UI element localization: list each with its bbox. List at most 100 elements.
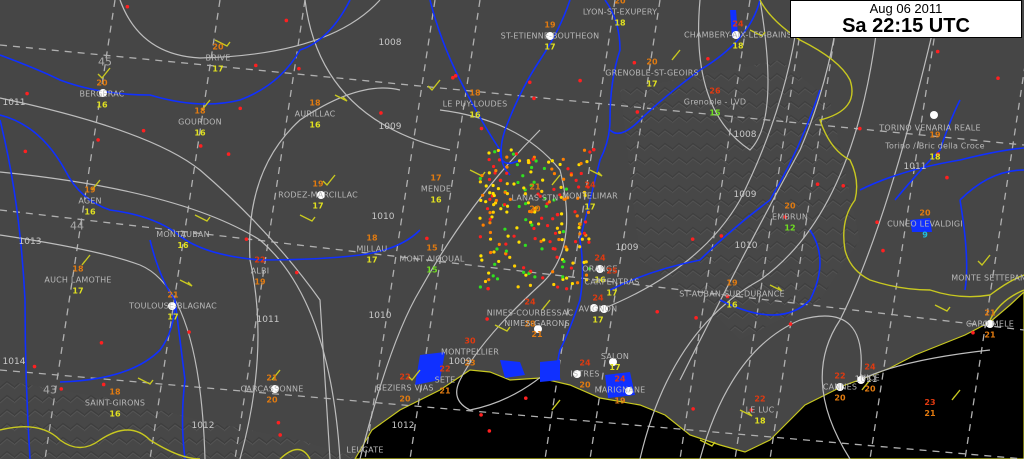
temperature: 21 xyxy=(984,308,996,318)
precip-dot xyxy=(512,234,516,238)
dewpoint: 17 xyxy=(592,315,604,325)
precip-dot xyxy=(536,222,541,226)
station-embrun: 20 EMBRUN 12 xyxy=(772,201,808,234)
dewpoint: 18 xyxy=(929,152,941,162)
precip-dot xyxy=(575,214,579,218)
station-name: ST-ETIENNE-BOUTHEON xyxy=(500,31,600,41)
isobar-label: 1011 xyxy=(2,98,26,108)
precip-dot xyxy=(530,223,534,227)
station-grenoble-lvd: 26 Grenoble - LVD 15 xyxy=(684,86,746,119)
station-carcassonne: 21 CARCASSONNE 20 xyxy=(241,373,304,406)
station-name: BERGERAC xyxy=(79,89,125,99)
precip-dot xyxy=(488,230,493,235)
precip-dot xyxy=(494,198,498,203)
station-name: Torino / Bric della Croce xyxy=(885,141,985,151)
precip-dot xyxy=(491,274,495,278)
station-name: GRENOBLE-ST-GEOIRS xyxy=(605,68,699,78)
precip-dot xyxy=(491,210,495,214)
station-le-luc: 22 LE LUC 18 xyxy=(746,394,775,427)
precip-dot xyxy=(564,245,568,249)
precip-dot xyxy=(542,166,546,171)
precip-dot xyxy=(491,164,496,169)
precip-dot xyxy=(484,184,488,188)
dewpoint: 21 xyxy=(439,386,451,396)
isobar-label: 1009 xyxy=(378,122,402,132)
precip-dot xyxy=(508,255,512,259)
temperature: 24 xyxy=(592,293,604,303)
precip-dot xyxy=(550,159,554,163)
temperature: 19 xyxy=(312,179,324,189)
station-mende: 17 MENDE 16 xyxy=(421,173,451,206)
station-beziers-vias: 22 BEZIERS VIAS 20 xyxy=(376,372,433,405)
station-leucate: LEUCATE xyxy=(346,445,383,456)
isobar-label: 1010 xyxy=(368,311,392,321)
station-name: Grenoble - LVD xyxy=(683,97,747,107)
precip-dot xyxy=(571,261,575,265)
station-monte-settepani: MONTE SETTEPANI xyxy=(951,273,1024,284)
precip-dot xyxy=(496,186,501,191)
precip-dot xyxy=(238,106,243,111)
precip-dot xyxy=(945,175,949,180)
precip-dot xyxy=(578,232,582,236)
isobar-label: 1008 xyxy=(378,38,402,48)
precip-dot xyxy=(552,282,556,287)
precip-dot xyxy=(569,266,573,270)
precip-dot xyxy=(244,237,249,241)
temperature: 20 xyxy=(784,201,796,211)
precip-dot xyxy=(526,158,531,163)
precip-dot xyxy=(141,128,146,133)
precip-dot xyxy=(487,177,492,182)
precip-dot xyxy=(532,96,536,101)
station-marker xyxy=(930,111,938,119)
temperature: 17 xyxy=(430,173,442,183)
precip-dot xyxy=(524,273,528,277)
station-sete: 22 SETE 21 xyxy=(435,364,456,397)
station-name: AVIGNON xyxy=(578,304,618,314)
precip-dot xyxy=(560,238,564,242)
precip-dot xyxy=(533,275,537,279)
temperature: 20 xyxy=(919,208,931,218)
precip-dot xyxy=(253,63,258,68)
station-name: LE LUC xyxy=(745,405,775,415)
station-bergerac: 20 BERGERAC 16 xyxy=(79,78,124,111)
latitude-label: 43 xyxy=(43,383,57,397)
precip-dot xyxy=(557,237,561,242)
temperature: 18 xyxy=(469,88,481,98)
precip-dot xyxy=(478,216,482,220)
temperature: 21 xyxy=(266,373,278,383)
precip-dot xyxy=(579,161,583,166)
precip-dot xyxy=(509,148,513,152)
temperature: 19 xyxy=(929,130,941,140)
precip-dot xyxy=(561,229,566,234)
precip-dot xyxy=(565,248,569,252)
station-name: MONTELIMAR xyxy=(562,191,618,201)
precip-dot xyxy=(276,420,281,425)
precip-dot xyxy=(585,160,589,164)
precip-dot xyxy=(487,429,492,433)
precip-dot xyxy=(558,230,562,234)
precip-dot xyxy=(492,250,496,254)
station-name: CARPENTRAS xyxy=(584,277,640,287)
isobar-label: 1009 xyxy=(733,190,757,200)
station-name: LYON-ST-EXUPERY xyxy=(582,7,658,17)
station-name: LEUCATE xyxy=(346,445,384,455)
precip-dot xyxy=(517,159,522,163)
temperature: 18 xyxy=(309,98,321,108)
precip-dot xyxy=(478,180,482,184)
isobar-label: 1009 xyxy=(448,357,472,367)
precip-dot xyxy=(532,226,536,231)
precip-dot xyxy=(655,309,660,314)
station-name: CAPO MELE xyxy=(966,319,1014,329)
temperature: 18 xyxy=(72,264,84,274)
precip-dot xyxy=(561,157,565,161)
station-cuneo-levaldigi: 20 CUNEO LEVALDIGI 9 xyxy=(887,208,963,241)
station-auch-lamothe: 18 AUCH LAMOTHE 17 xyxy=(44,264,111,297)
station-montelimar: 24 MONTELIMAR 17 xyxy=(562,180,618,213)
precip-dot xyxy=(527,80,532,85)
precip-dot xyxy=(523,243,527,247)
temperature: 22 xyxy=(399,372,411,382)
precip-dot xyxy=(547,160,551,164)
precip-dot xyxy=(478,235,483,239)
precip-dot xyxy=(505,210,509,214)
dewpoint: 16 xyxy=(430,195,442,205)
